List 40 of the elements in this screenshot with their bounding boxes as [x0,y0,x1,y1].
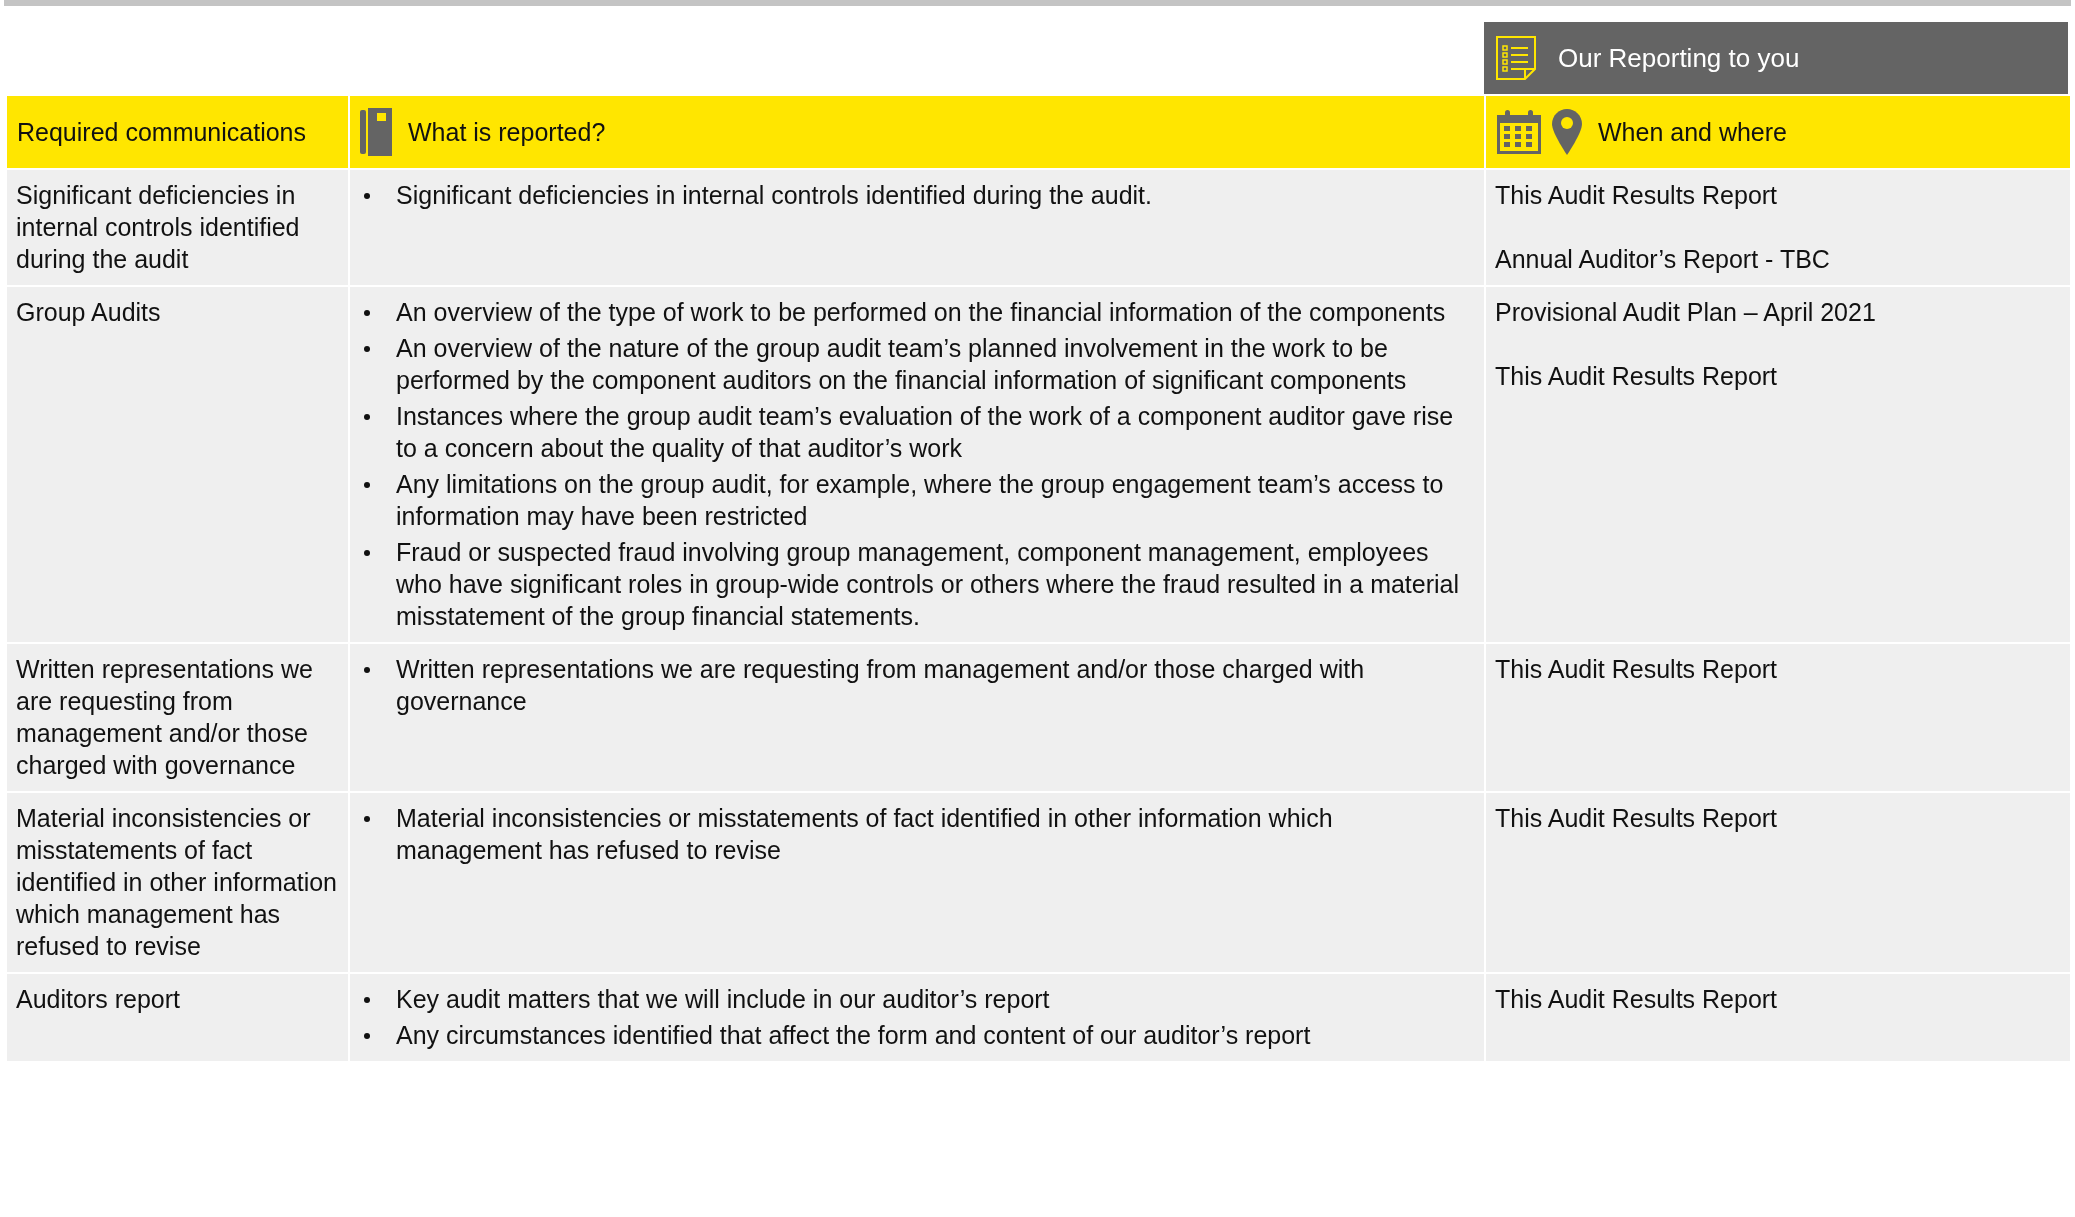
requirement-text: Significant deficiencies in internal controls identified during the audit [16,181,300,273]
bullet-icon [364,997,370,1003]
reported-item: Fraud or suspected fraud involving group management, component management, employees who have significant roles in group-wide controls or others where the fraud resulted in a material misstatement of the group financial statements. [396,537,1461,632]
report-timing: This Audit Results Report [1495,803,1779,834]
bullet-icon [364,346,370,352]
bullet-icon [364,193,370,199]
bullet-icon [364,816,370,822]
reported-item: Significant deficiencies in internal controls identified during the audit. [396,180,1152,211]
report-timing: This Audit Results Report [1495,361,1779,392]
bullet-icon [364,550,370,556]
calendar-icon [1496,109,1542,155]
column-title: What is reported? [408,117,606,148]
reported-item: Key audit matters that we will include in our auditor’s report [396,984,1050,1015]
bullet-icon [364,482,370,488]
reported-item: Written representations we are requesting from management and/or those charged with governance [396,654,1366,717]
banner-title: Our Reporting to you [1558,42,1800,74]
checklist-icon [1496,36,1536,80]
report-timing: This Audit Results Report [1495,984,1779,1015]
requirement-text: Group Audits [16,298,161,326]
notebook-icon [360,108,392,156]
bullet-icon [364,667,370,673]
report-timing: This Audit Results Report [1495,654,1779,685]
requirement-text: Material inconsistencies or misstatements of fact identified in other information which management has refused to revise [16,804,338,960]
report-timing: This Audit Results Report [1495,180,1779,211]
requirement-text: Auditors report [16,985,180,1013]
bullet-icon [364,1033,370,1039]
bullet-icon [364,310,370,316]
reported-item: Any circumstances identified that affect the form and content of our auditor’s report [396,1020,1311,1051]
column-title: Required communications [17,117,307,148]
reported-item: Any limitations on the group audit, for example, where the group engagement team’s access to information may have been restricted [396,469,1445,532]
report-timing: Provisional Audit Plan – April 2021 [1495,297,1877,328]
reported-item: Instances where the group audit team’s evaluation of the work of a component auditor gave rise to a concern about the quality of that auditor’s work [396,401,1455,464]
reported-item: An overview of the nature of the group audit team’s planned involvement in the work to be performed by the component auditors on the financial information of significant components [396,333,1408,396]
requirement-text: Written representations we are requesting from management and/or those charged with governance [16,655,313,779]
report-timing: Annual Auditor’s Report - TBC [1495,244,1831,275]
reported-item: An overview of the type of work to be performed on the financial information of the components [396,297,1446,328]
column-title: When and where [1598,117,1787,148]
location-pin-icon [1552,109,1582,155]
reported-item: Material inconsistencies or misstatements of fact identified in other information which management has refused to revise [396,803,1334,866]
bullet-icon [364,414,370,420]
